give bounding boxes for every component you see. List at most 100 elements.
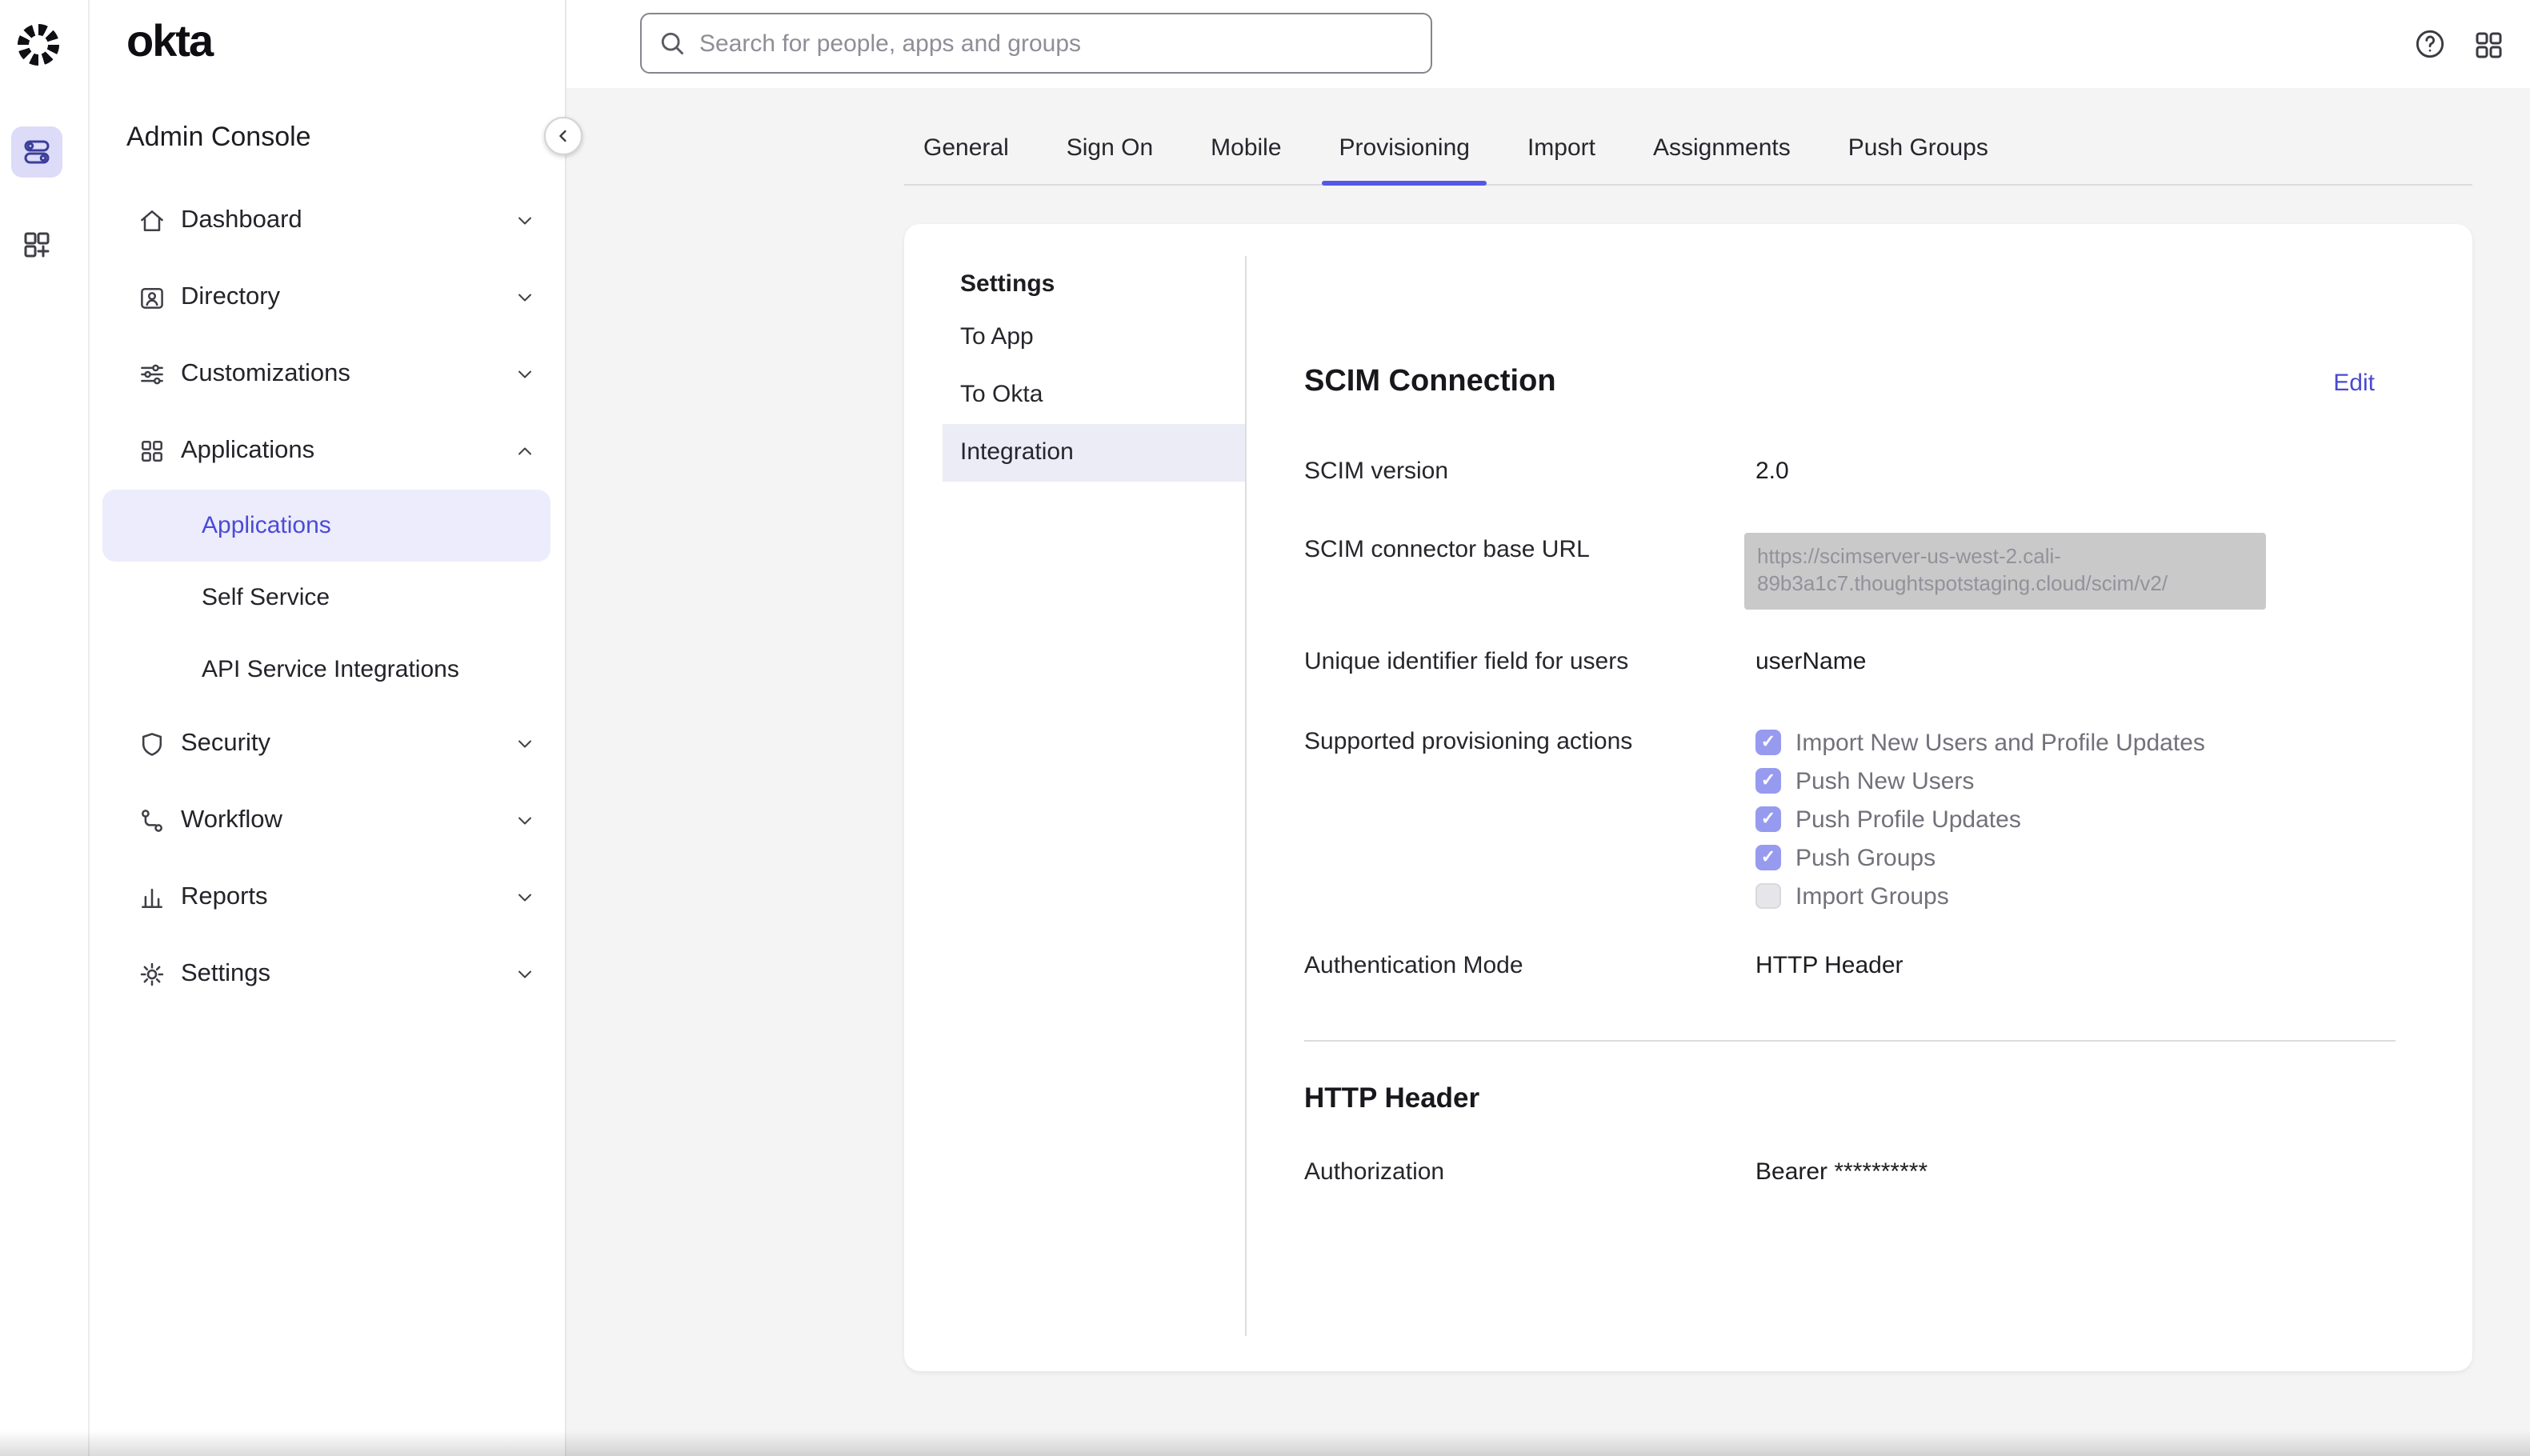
- field-label: SCIM version: [1304, 458, 1755, 485]
- authorization-row: Authorization Bearer **********: [1304, 1158, 2396, 1186]
- tab-push-groups[interactable]: Push Groups: [1831, 88, 2006, 186]
- icon-rail: [0, 0, 90, 1456]
- sidebar-child-api-service-integrations[interactable]: API Service Integrations: [102, 634, 550, 706]
- shield-icon: [138, 730, 166, 758]
- sidebar-item-workflow[interactable]: Workflow: [88, 782, 565, 859]
- action-row: Push Groups: [1755, 838, 2205, 877]
- sidebar-item-directory[interactable]: Directory: [88, 259, 565, 336]
- action-row: Push New Users: [1755, 762, 2205, 800]
- sidebar-item-label: Directory: [181, 283, 514, 312]
- apps-grid-icon: [2472, 28, 2504, 60]
- tab-mobile[interactable]: Mobile: [1193, 88, 1299, 186]
- sidebar-item-label: Customizations: [181, 360, 514, 389]
- scim-connection-section: SCIM Connection Edit SCIM version 2.0 SC…: [1304, 224, 2396, 1371]
- home-icon: [138, 206, 166, 235]
- sidebar-item-label: Security: [181, 730, 514, 758]
- checkbox-push-groups[interactable]: [1755, 845, 1781, 870]
- directory-icon: [138, 283, 166, 312]
- sidebar-item-applications[interactable]: Applications: [88, 413, 565, 490]
- okta-admin-console: okta Admin Console Dashboard Directory: [0, 0, 2530, 1456]
- tab-label: General: [923, 134, 1009, 162]
- question-circle-icon: [2413, 27, 2447, 61]
- checkbox-label: Push Groups: [1795, 844, 1936, 871]
- bar-chart-icon: [138, 883, 166, 912]
- search-input[interactable]: [640, 13, 1432, 74]
- checkbox-push-new-users[interactable]: [1755, 768, 1781, 794]
- help-button[interactable]: [2413, 27, 2447, 61]
- auth-mode-row: Authentication Mode HTTP Header: [1304, 952, 2396, 979]
- unique-identifier-row: Unique identifier field for users userNa…: [1304, 648, 2396, 675]
- tab-label: Assignments: [1653, 134, 1791, 162]
- provisioning-actions-row: Supported provisioning actions Import Ne…: [1304, 723, 2396, 915]
- checkbox-import-groups[interactable]: [1755, 883, 1781, 909]
- chevron-down-icon: [514, 363, 536, 386]
- tab-sign-on[interactable]: Sign On: [1049, 88, 1171, 186]
- tab-import[interactable]: Import: [1510, 88, 1613, 186]
- section-title: SCIM Connection: [1304, 365, 1556, 400]
- workflow-icon: [138, 806, 166, 835]
- sliders-icon: [138, 360, 166, 389]
- sidebar-item-customizations[interactable]: Customizations: [88, 336, 565, 413]
- sidebar-child-label: Self Service: [202, 584, 330, 611]
- console-toggles-icon: [21, 136, 53, 168]
- admin-console-switcher-button[interactable]: [11, 126, 62, 178]
- edit-button[interactable]: Edit: [2333, 370, 2375, 397]
- checkbox-label: Push Profile Updates: [1795, 806, 2021, 833]
- tab-label: Push Groups: [1848, 134, 1988, 162]
- subnav-item-to-okta[interactable]: To Okta: [943, 366, 1245, 424]
- subnav-header: Settings: [960, 256, 1055, 314]
- sidebar-item-label: Applications: [181, 437, 514, 466]
- subnav-item-label: Integration: [960, 438, 1074, 466]
- tab-general[interactable]: General: [906, 88, 1027, 186]
- scim-version-row: SCIM version 2.0: [1304, 458, 2396, 485]
- sidebar-item-settings[interactable]: Settings: [88, 936, 565, 1013]
- checkbox-label: Import New Users and Profile Updates: [1795, 729, 2205, 756]
- tab-provisioning[interactable]: Provisioning: [1322, 88, 1487, 186]
- sidebar-child-applications[interactable]: Applications: [102, 490, 550, 562]
- unique-identifier-value: userName: [1755, 648, 1866, 675]
- chevron-down-icon: [514, 963, 536, 986]
- subnav-item-label: To App: [960, 323, 1034, 350]
- action-row: Import Groups: [1755, 877, 2205, 915]
- tab-assignments[interactable]: Assignments: [1635, 88, 1808, 186]
- sidebar-child-label: API Service Integrations: [202, 656, 459, 683]
- sidebar-collapse-button[interactable]: [544, 117, 582, 155]
- auth-mode-value: HTTP Header: [1755, 952, 1904, 979]
- add-apps-button[interactable]: [11, 219, 62, 270]
- checkbox-label: Push New Users: [1795, 767, 1974, 794]
- http-header-title: HTTP Header: [1304, 1082, 1479, 1115]
- field-label: Unique identifier field for users: [1304, 648, 1755, 675]
- apps-grid-button[interactable]: [2471, 27, 2504, 61]
- add-apps-grid-icon: [21, 229, 53, 261]
- sidebar-item-reports[interactable]: Reports: [88, 859, 565, 936]
- scim-version-value: 2.0: [1755, 458, 1789, 485]
- admin-console-title: Admin Console: [126, 122, 311, 154]
- chevron-down-icon: [514, 810, 536, 832]
- okta-spinner-logo: [18, 24, 59, 66]
- chevron-down-icon: [514, 210, 536, 232]
- http-header-title-row: HTTP Header: [1304, 1082, 2396, 1115]
- subnav-item-integration[interactable]: Integration: [943, 424, 1245, 482]
- sidebar-nav: Dashboard Directory Customizations: [88, 182, 565, 1013]
- sidebar-child-self-service[interactable]: Self Service: [102, 562, 550, 634]
- global-search: [640, 13, 1432, 74]
- checkbox-import-new-users[interactable]: [1755, 730, 1781, 755]
- provisioning-actions-list: Import New Users and Profile Updates Pus…: [1755, 723, 2205, 915]
- field-label: SCIM connector base URL: [1304, 533, 1755, 563]
- sidebar-item-dashboard[interactable]: Dashboard: [88, 182, 565, 259]
- app-tabs: General Sign On Mobile Provisioning Impo…: [565, 88, 2530, 186]
- sidebar-child-label: Applications: [202, 512, 331, 539]
- sidebar-item-label: Reports: [181, 883, 514, 912]
- checkbox-label: Import Groups: [1795, 882, 1949, 910]
- tab-label: Sign On: [1067, 134, 1153, 162]
- grid-icon: [138, 437, 166, 466]
- checkbox-push-profile-updates[interactable]: [1755, 806, 1781, 832]
- chevron-down-icon: [514, 286, 536, 309]
- sidebar-item-security[interactable]: Security: [88, 706, 565, 782]
- subnav-item-to-app[interactable]: To App: [943, 309, 1245, 366]
- section-divider: [1304, 1040, 2396, 1042]
- field-label: Supported provisioning actions: [1304, 723, 1755, 755]
- tab-label: Import: [1527, 134, 1595, 162]
- sidebar-item-label: Settings: [181, 960, 514, 989]
- chevron-down-icon: [514, 886, 536, 909]
